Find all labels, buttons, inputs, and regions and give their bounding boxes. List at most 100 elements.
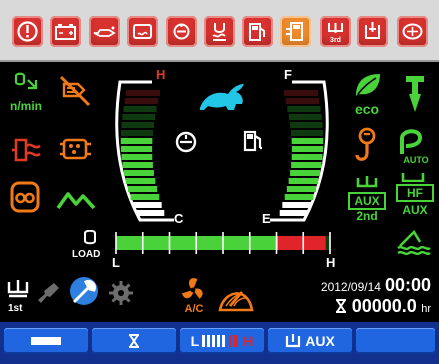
tab-display[interactable] bbox=[4, 328, 88, 354]
coolant-temperature-icon bbox=[174, 130, 198, 154]
hourglass-tab-icon bbox=[129, 334, 139, 348]
temp-cold-label: C bbox=[174, 211, 184, 226]
temp-gauge-segment bbox=[120, 138, 153, 144]
engine-stop-warning-icon bbox=[12, 16, 43, 47]
display-icon bbox=[31, 337, 61, 345]
aux-2nd-label: 2nd bbox=[356, 209, 378, 223]
temp-gauge-segment bbox=[122, 162, 153, 168]
fuel-gauge-segment bbox=[291, 130, 324, 136]
mountain-mode-icon bbox=[56, 186, 96, 214]
hydraulic-filter-warning-icon bbox=[357, 16, 388, 47]
ac-label: A/C bbox=[184, 303, 204, 315]
temp-gauge-segment bbox=[123, 170, 154, 176]
fuel-level-warning-icon bbox=[242, 16, 273, 47]
fuel-gauge-segment bbox=[291, 154, 323, 160]
engine-load-gauge bbox=[112, 228, 334, 258]
fuel-filter-warning-icon bbox=[204, 16, 235, 47]
rabbit-high-speed-icon bbox=[196, 82, 248, 116]
attachment-drill-icon bbox=[400, 72, 430, 116]
temp-gauge-segment bbox=[127, 186, 158, 192]
tab-level[interactable]: L H bbox=[180, 328, 264, 354]
date-value: 2012/09/14 bbox=[320, 280, 381, 294]
coolant-level-warning-icon bbox=[127, 16, 158, 47]
auto-label: AUTO bbox=[403, 155, 429, 165]
glow-plug-crossed-icon bbox=[58, 74, 92, 108]
temp-gauge-segment bbox=[120, 130, 153, 136]
temp-gauge-segment bbox=[133, 202, 162, 208]
fuel-gauge-segment bbox=[279, 210, 308, 216]
fuel-gauge-segment bbox=[286, 186, 317, 192]
eco-leaf-icon bbox=[352, 70, 382, 100]
fuel-pump-icon bbox=[240, 128, 266, 154]
fuel-gauge-segment bbox=[290, 122, 323, 128]
wrench-service-icon[interactable] bbox=[64, 274, 104, 308]
temp-gauge-segment bbox=[121, 154, 153, 160]
load-gauge-fill-high bbox=[278, 236, 326, 250]
hour-unit: hr bbox=[421, 303, 431, 315]
tab-hourglass[interactable] bbox=[92, 328, 176, 354]
machine-monitor-screen: 3rd n/min H C F E LOAD L H eco AUTO AUX … bbox=[0, 0, 439, 364]
aux-tab-icon bbox=[286, 334, 301, 348]
tab-aux[interactable]: AUX bbox=[268, 328, 352, 354]
auto-idle-icon bbox=[8, 180, 42, 214]
fuel-gauge-segment bbox=[285, 98, 320, 104]
function-tab-bar: L H AUX bbox=[0, 322, 439, 364]
tab-blank[interactable] bbox=[356, 328, 435, 354]
fuel-gauge-segment bbox=[288, 178, 319, 184]
load-high-label: H bbox=[326, 255, 336, 270]
temp-hot-label: H bbox=[156, 67, 166, 82]
hf-aux-label: AUX bbox=[402, 203, 428, 217]
hour-meter-value: 00000.0 bbox=[351, 296, 417, 316]
fuel-gauge-segment bbox=[287, 106, 321, 112]
eco-label: eco bbox=[354, 101, 380, 117]
fuel-empty-label: E bbox=[262, 211, 271, 226]
engine-preheat-icon bbox=[10, 134, 48, 166]
aux-2nd-aux-label: AUX bbox=[348, 192, 386, 210]
ac-fan-icon[interactable] bbox=[178, 276, 208, 304]
temp-gauge-segment bbox=[126, 90, 160, 96]
level-bars-icon bbox=[202, 335, 238, 347]
fuel-gauge-segment bbox=[291, 138, 324, 144]
battery-charge-warning-icon bbox=[50, 16, 81, 47]
wiper-icon[interactable] bbox=[216, 280, 256, 314]
fuel-gauge-segment bbox=[282, 202, 311, 208]
temp-gauge-segment bbox=[136, 210, 165, 216]
temp-gauge-segment bbox=[124, 98, 159, 104]
engine-load-icon bbox=[80, 230, 102, 248]
hf-label: HF bbox=[396, 184, 434, 202]
overload-hook-icon bbox=[352, 126, 382, 166]
float-mode-icon bbox=[396, 226, 432, 256]
temp-gauge-segment bbox=[123, 106, 157, 112]
level-high-label: H bbox=[243, 333, 254, 349]
load-low-label: L bbox=[112, 255, 120, 270]
aux-1st-icon bbox=[6, 280, 30, 300]
fuel-gauge-segment bbox=[291, 146, 324, 152]
temp-gauge-segment bbox=[130, 194, 160, 200]
fuel-gauge-segment bbox=[288, 114, 322, 120]
key-gray-icon bbox=[36, 280, 62, 306]
fuel-gauge-segment bbox=[290, 170, 321, 176]
engine-oil-pressure-warning-icon bbox=[89, 16, 120, 47]
gear-gray-icon bbox=[108, 280, 134, 306]
fuel-full-label: F bbox=[284, 67, 292, 82]
engine-speed-icon bbox=[10, 72, 42, 98]
warning-lamp-bar: 3rd bbox=[0, 0, 439, 62]
date-time-display: 2012/09/14 00:00 00000.0 hr bbox=[321, 276, 431, 316]
auxiliary-3rd-warning-icon: 3rd bbox=[320, 16, 351, 47]
hourglass-icon bbox=[335, 299, 347, 313]
temp-gauge-segment bbox=[125, 178, 156, 184]
time-value: 00:00 bbox=[384, 275, 431, 295]
hf-aux-icon bbox=[400, 172, 426, 182]
fuel-gauge-segment bbox=[284, 194, 314, 200]
aux-tab-label: AUX bbox=[305, 333, 335, 349]
hydraulic-oil-warning-icon bbox=[166, 16, 197, 47]
svg-text:3rd: 3rd bbox=[330, 37, 341, 44]
rpm-label: n/min bbox=[10, 99, 42, 113]
load-label: LOAD bbox=[72, 249, 101, 260]
air-filter-warning-icon bbox=[397, 16, 428, 47]
auto-mode-icon bbox=[396, 124, 430, 158]
aux-2nd-icon bbox=[354, 176, 380, 190]
first-label: 1st bbox=[8, 303, 23, 314]
level-low-label: L bbox=[190, 333, 200, 349]
fuel-water-separator-warning-icon bbox=[280, 16, 311, 47]
